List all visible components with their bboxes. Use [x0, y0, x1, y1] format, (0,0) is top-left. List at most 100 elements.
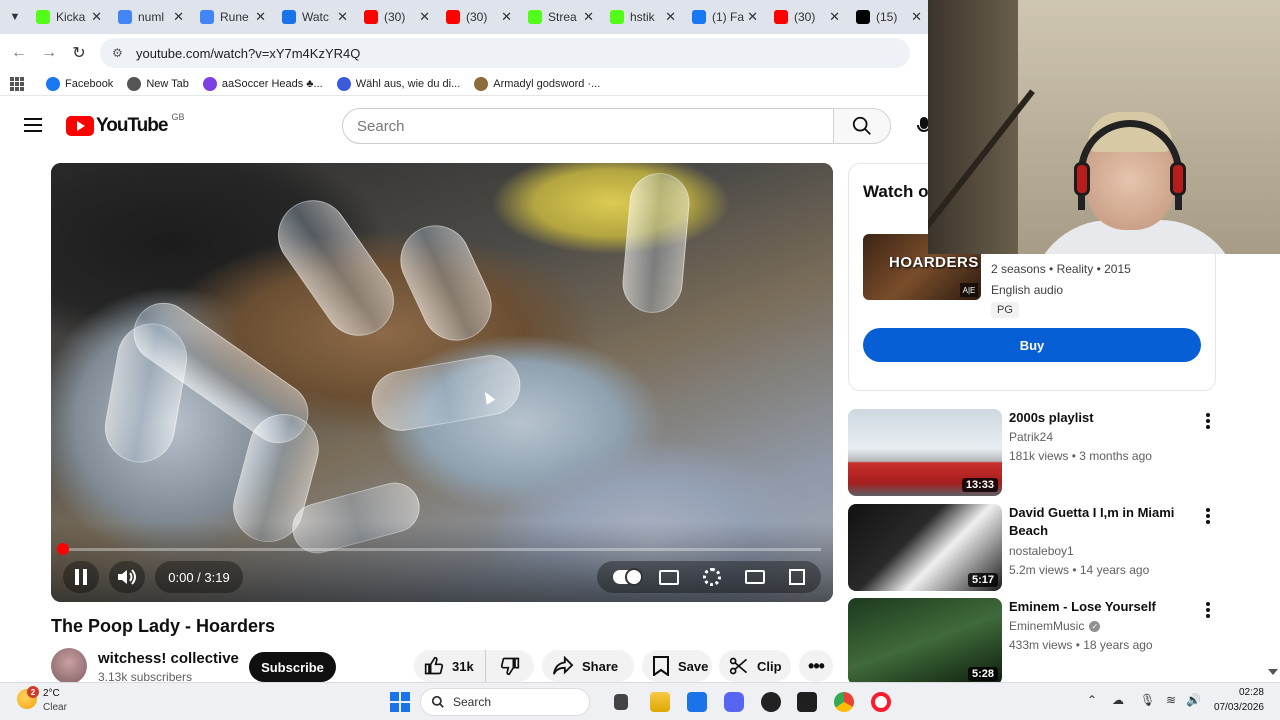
bookmark-item[interactable]: Wähl aus, wie du di... [336, 76, 460, 91]
close-tab-icon[interactable]: ✕ [337, 9, 348, 25]
tray-overflow-icon[interactable]: ⌃ [1087, 693, 1097, 707]
close-tab-icon[interactable]: ✕ [829, 9, 840, 25]
bookmark-item[interactable]: New Tab [127, 76, 189, 91]
video-channel[interactable]: EminemMusic ✓ [1009, 619, 1101, 633]
close-tab-icon[interactable]: ✕ [173, 9, 184, 25]
video-channel[interactable]: nostaleboy1 [1009, 544, 1074, 558]
channel-name[interactable]: witchess! collective [98, 650, 239, 667]
bookmark-item[interactable]: aaSoccer Heads ♣... [202, 76, 323, 91]
app-icon [202, 76, 217, 91]
clock-date[interactable]: 07/03/2026 [1200, 702, 1264, 713]
play-pause-button[interactable] [63, 561, 99, 593]
browser-tab[interactable]: numl ✕ [108, 0, 190, 34]
close-tab-icon[interactable]: ✕ [501, 9, 512, 25]
video-title-link[interactable]: Eminem - Lose Yourself [1009, 598, 1189, 616]
bookmark-item[interactable]: Armadyl godsword ·... [474, 76, 601, 91]
clock-time[interactable]: 02:28 [1214, 687, 1264, 698]
browser-tab[interactable]: Rune ✕ [190, 0, 272, 34]
browser-tab[interactable]: (15) ✕ [846, 0, 928, 34]
more-options-icon[interactable] [1206, 413, 1210, 429]
taskbar-search[interactable]: Search [420, 688, 590, 716]
bookmark-label: Facebook [65, 77, 114, 90]
share-button[interactable]: Share [542, 650, 634, 682]
browser-tab[interactable]: Strea ✕ [518, 0, 600, 34]
youtube-logo[interactable]: YouTube GB [66, 112, 184, 137]
close-tab-icon[interactable]: ✕ [255, 9, 266, 25]
browser-tab[interactable]: (30) ✕ [764, 0, 846, 34]
settings-gear-icon[interactable] [703, 568, 721, 586]
microphone-tray-icon[interactable]: 🎙 [1140, 693, 1155, 707]
save-button[interactable]: Save [642, 650, 712, 682]
search-input[interactable]: Search [342, 108, 834, 144]
progress-bar[interactable] [57, 543, 821, 555]
video-player[interactable]: 0:00 / 3:19 [51, 163, 833, 602]
scroll-down-arrow-icon[interactable] [1268, 669, 1278, 675]
browser-tab[interactable]: (1) Fa ✕ [682, 0, 764, 34]
close-tab-icon[interactable]: ✕ [91, 9, 102, 25]
video-duration: 5:17 [967, 573, 998, 587]
url-field[interactable]: ⚙ youtube.com/watch?v=xY7m4KzYR4Q [100, 38, 910, 68]
network-status-icon[interactable]: ☁ [1112, 693, 1124, 707]
site-info-icon[interactable]: ⚙ [112, 46, 126, 60]
scrubber-handle[interactable] [57, 543, 69, 555]
more-options-icon[interactable] [1206, 508, 1210, 524]
bookmark-label: Armadyl godsword ·... [493, 77, 601, 90]
tab-title: hstik [630, 10, 655, 24]
search-button[interactable] [833, 108, 891, 144]
kick-icon [36, 10, 50, 24]
close-tab-icon[interactable]: ✕ [747, 9, 758, 25]
more-options-icon[interactable] [1206, 602, 1210, 618]
obs-icon[interactable] [761, 692, 781, 712]
subtitles-icon[interactable] [659, 569, 679, 585]
windows-start-icon[interactable] [390, 692, 410, 712]
video-thumbnail[interactable]: 5:28 [848, 598, 1002, 685]
close-tab-icon[interactable]: ✕ [419, 9, 430, 25]
video-channel[interactable]: Patrik24 [1009, 430, 1053, 444]
bookmark-icon [336, 76, 351, 91]
browser-tab[interactable]: (30) ✕ [436, 0, 518, 34]
task-view-icon[interactable] [614, 694, 628, 710]
browser-tab[interactable]: Kicka ✕ [26, 0, 108, 34]
wifi-icon[interactable]: ≋ [1166, 693, 1176, 707]
opera-icon[interactable] [871, 692, 891, 712]
file-explorer-icon[interactable] [650, 692, 670, 712]
video-title-link[interactable]: David Guetta I I,m in Miami Beach [1009, 504, 1189, 540]
bookmark-label: aaSoccer Heads ♣... [221, 77, 323, 90]
theater-mode-icon[interactable] [745, 570, 765, 584]
subscribe-button[interactable]: Subscribe [249, 652, 336, 682]
hamburger-menu-icon[interactable] [24, 118, 42, 132]
browser-tab[interactable]: hstik ✕ [600, 0, 682, 34]
close-tab-icon[interactable]: ✕ [665, 9, 676, 25]
video-views-age: 5.2m views • 14 years ago [1009, 563, 1150, 577]
browser-tab[interactable]: Watc ✕ [272, 0, 354, 34]
like-button[interactable]: 31k [414, 650, 486, 682]
close-tab-icon[interactable]: ✕ [583, 9, 594, 25]
forward-button[interactable]: → [34, 38, 64, 68]
bookmark-item[interactable]: Facebook [46, 76, 114, 91]
close-tab-icon[interactable]: ✕ [911, 9, 922, 25]
dislike-button[interactable] [486, 650, 534, 682]
speaker-icon[interactable]: 🔊 [1186, 693, 1201, 707]
apps-grid-icon[interactable] [10, 76, 24, 91]
volume-button[interactable] [109, 561, 145, 593]
back-button[interactable]: ← [4, 38, 34, 68]
video-thumbnail[interactable]: 13:33 [848, 409, 1002, 496]
show-seasons: 2 seasons • Reality • 2015 [991, 262, 1131, 276]
clip-button[interactable]: Clip [719, 650, 791, 682]
more-actions-button[interactable]: ••• [799, 650, 833, 682]
outlook-icon[interactable] [687, 692, 707, 712]
runelite-icon[interactable] [797, 692, 817, 712]
controls-right-group [597, 561, 821, 593]
discord-icon[interactable] [724, 692, 744, 712]
fullscreen-icon[interactable] [789, 569, 805, 585]
browser-tab[interactable]: (30) ✕ [354, 0, 436, 34]
autoplay-toggle[interactable] [613, 568, 643, 586]
video-title-link[interactable]: 2000s playlist [1009, 409, 1189, 427]
channel-avatar[interactable] [51, 648, 87, 684]
reload-button[interactable]: ↻ [64, 38, 94, 68]
chrome-icon[interactable] [834, 692, 854, 712]
tab-search-button[interactable]: ▼ [4, 3, 26, 31]
buy-button[interactable]: Buy [863, 328, 1201, 362]
microphone-icon[interactable] [908, 114, 928, 138]
video-thumbnail[interactable]: 5:17 [848, 504, 1002, 591]
